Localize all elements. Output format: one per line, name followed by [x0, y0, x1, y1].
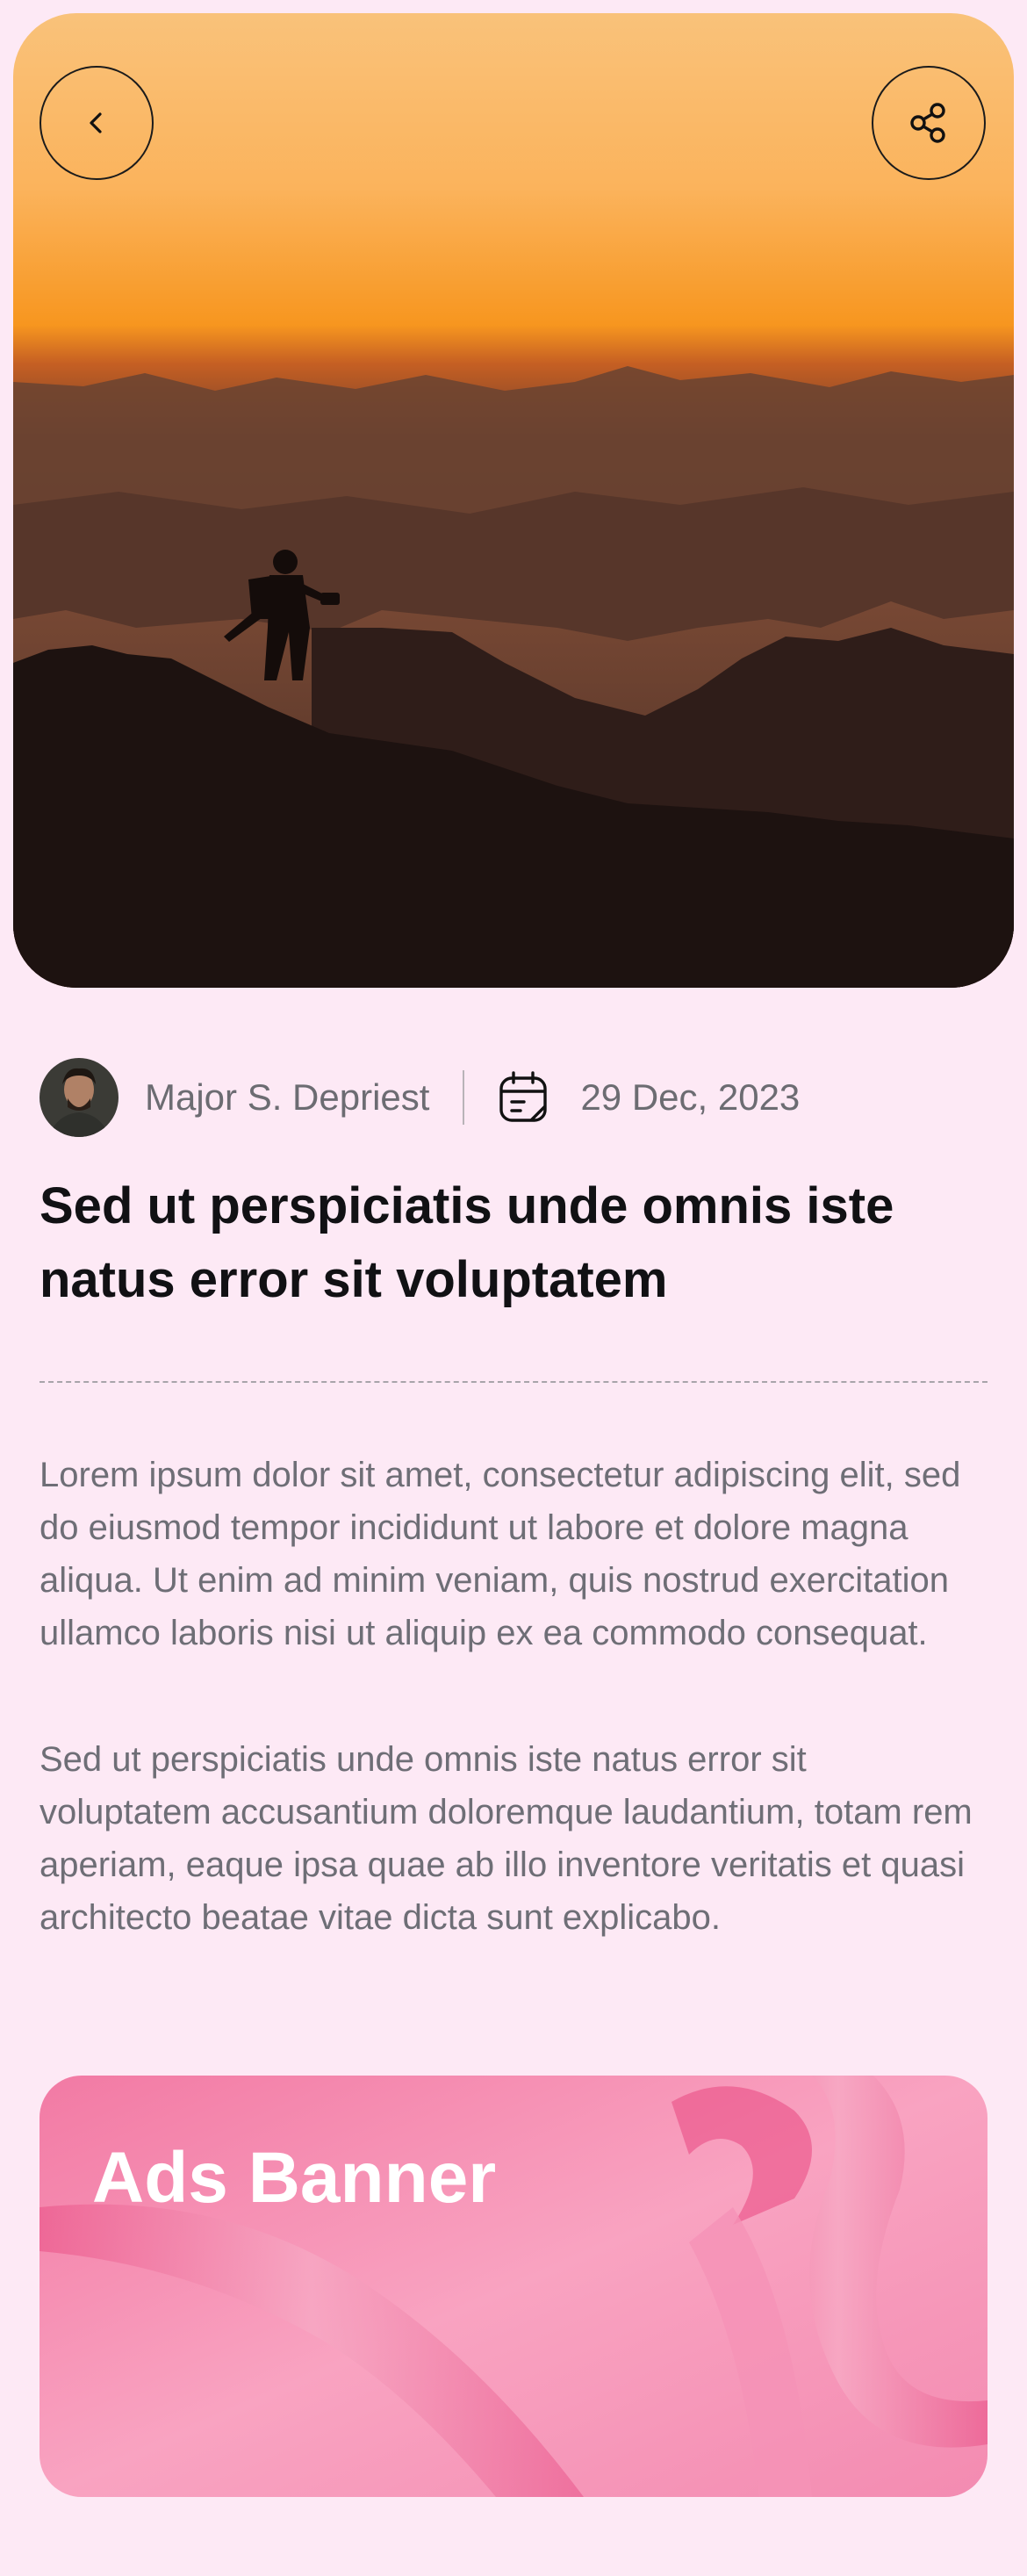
article-meta: Major S. Depriest 29 Dec, 2023 [40, 1058, 988, 1137]
back-button[interactable] [40, 66, 154, 180]
chevron-left-icon [90, 112, 102, 133]
ads-banner[interactable]: Ads Banner [40, 2076, 988, 2497]
hero-image [13, 13, 1014, 988]
article-screen: Major S. Depriest 29 Dec, 2023 Sed ut pe… [0, 0, 1027, 2576]
article-paragraph: Sed ut perspiciatis unde omnis iste natu… [40, 1740, 973, 1937]
calendar-icon [499, 1071, 548, 1122]
author-avatar[interactable] [40, 1058, 118, 1137]
share-icon [910, 103, 945, 143]
article-title: Sed ut perspiciatis unde omnis iste natu… [40, 1177, 894, 1308]
dashed-divider [40, 1381, 988, 1383]
article-paragraph: Lorem ipsum dolor sit amet, consectetur … [40, 1456, 961, 1652]
publish-date: 29 Dec, 2023 [580, 1076, 801, 1118]
author-name[interactable]: Major S. Depriest [145, 1076, 429, 1119]
hero-photo [13, 13, 1014, 988]
meta-divider [463, 1070, 465, 1125]
ads-banner-title: Ads Banner [92, 2138, 497, 2218]
share-button[interactable] [872, 66, 986, 180]
